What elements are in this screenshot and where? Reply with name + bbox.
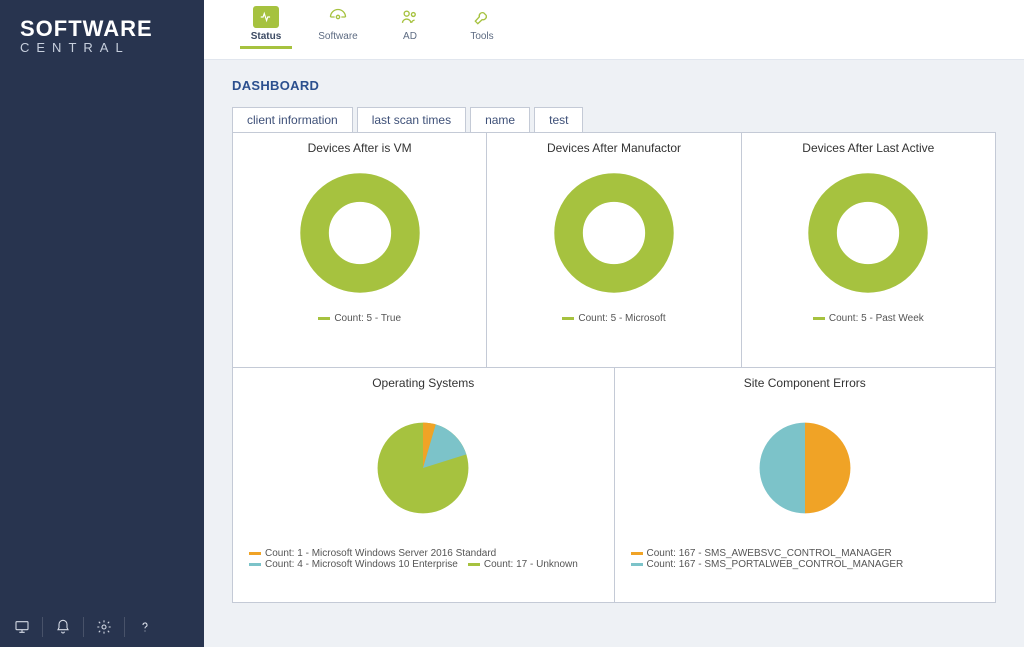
- card-site-component-errors: Site Component Errors Count: 167 - SMS_A…: [615, 367, 997, 603]
- nav-tools[interactable]: Tools: [456, 6, 508, 46]
- legend-swatch: [631, 552, 643, 555]
- activity-icon: [253, 6, 279, 28]
- chart-legend: Count: 167 - SMS_AWEBSVC_CONTROL_MANAGER…: [615, 542, 996, 578]
- card-devices-is-vm: Devices After is VM Count: 5 - True: [232, 132, 487, 368]
- nav-label: Status: [251, 31, 282, 42]
- nav-software[interactable]: Software: [312, 6, 364, 46]
- legend-swatch: [468, 563, 480, 566]
- nav-label: Tools: [470, 31, 493, 42]
- dashboard-tabs: client information last scan times name …: [232, 107, 996, 132]
- legend-text: Count: 167 - SMS_AWEBSVC_CONTROL_MANAGER: [647, 548, 892, 559]
- nav-ad[interactable]: AD: [384, 6, 436, 46]
- tab-client-information[interactable]: client information: [232, 107, 353, 132]
- legend-swatch: [631, 563, 643, 566]
- sidebar-bottom-bar: [0, 607, 204, 647]
- donut-chart: [742, 159, 995, 307]
- legend-text: Count: 5 - Past Week: [829, 313, 924, 324]
- content: DASHBOARD client information last scan t…: [204, 60, 1024, 647]
- legend-item: Count: 167 - SMS_PORTALWEB_CONTROL_MANAG…: [631, 559, 904, 570]
- chart-legend: Count: 5 - Microsoft: [487, 307, 740, 332]
- chart-legend: Count: 5 - Past Week: [742, 307, 995, 332]
- legend-swatch: [318, 317, 330, 320]
- nav-label: AD: [403, 31, 417, 42]
- app-root: SOFTWARE CENTRAL: [0, 0, 1024, 647]
- legend-item: Count: 5 - Past Week: [813, 313, 924, 324]
- help-icon[interactable]: [133, 615, 157, 639]
- pie-chart: [233, 394, 614, 542]
- card-title: Site Component Errors: [615, 368, 996, 394]
- sidebar-spacer: [0, 55, 204, 607]
- divider: [83, 617, 84, 637]
- card-devices-manufactor: Devices After Manufactor Count: 5 - Micr…: [487, 132, 741, 368]
- nav-status[interactable]: Status: [240, 6, 292, 49]
- legend-item: Count: 17 - Unknown: [468, 559, 578, 570]
- card-title: Operating Systems: [233, 368, 614, 394]
- main-area: Status Software AD Tools: [204, 0, 1024, 647]
- card-row-2: Operating Systems Count: 1 - Mic: [232, 367, 996, 603]
- legend-item: Count: 5 - True: [318, 313, 401, 324]
- card-row-1: Devices After is VM Count: 5 - True Devi…: [232, 132, 996, 368]
- legend-swatch: [562, 317, 574, 320]
- brand-logo: SOFTWARE CENTRAL: [0, 0, 204, 55]
- card-title: Devices After Last Active: [742, 133, 995, 159]
- card-title: Devices After Manufactor: [487, 133, 740, 159]
- monitor-icon[interactable]: [10, 615, 34, 639]
- legend-item: Count: 167 - SMS_AWEBSVC_CONTROL_MANAGER: [631, 548, 892, 559]
- legend-item: Count: 4 - Microsoft Windows 10 Enterpri…: [249, 559, 458, 570]
- legend-item: Count: 5 - Microsoft: [562, 313, 665, 324]
- bell-icon[interactable]: [51, 615, 75, 639]
- users-icon: [397, 6, 423, 28]
- legend-text: Count: 4 - Microsoft Windows 10 Enterpri…: [265, 559, 458, 570]
- dashboard-cards: Devices After is VM Count: 5 - True Devi…: [232, 132, 996, 603]
- page-title: DASHBOARD: [232, 78, 996, 93]
- card-title: Devices After is VM: [233, 133, 486, 159]
- legend-swatch: [813, 317, 825, 320]
- sidebar: SOFTWARE CENTRAL: [0, 0, 204, 647]
- legend-text: Count: 1 - Microsoft Windows Server 2016…: [265, 548, 496, 559]
- legend-text: Count: 5 - True: [334, 313, 401, 324]
- legend-item: Count: 1 - Microsoft Windows Server 2016…: [249, 548, 496, 559]
- card-devices-last-active: Devices After Last Active Count: 5 - Pas…: [742, 132, 996, 368]
- legend-text: Count: 5 - Microsoft: [578, 313, 665, 324]
- brand-bottom: CENTRAL: [20, 40, 184, 55]
- donut-chart: [233, 159, 486, 307]
- top-nav: Status Software AD Tools: [204, 0, 1024, 60]
- legend-swatch: [249, 552, 261, 555]
- tab-name[interactable]: name: [470, 107, 530, 132]
- brand-top: SOFTWARE: [20, 16, 184, 42]
- tab-test[interactable]: test: [534, 107, 583, 132]
- disc-icon: [325, 6, 351, 28]
- pie-chart: [615, 394, 996, 542]
- gear-icon[interactable]: [92, 615, 116, 639]
- chart-legend: Count: 5 - True: [233, 307, 486, 332]
- wrench-icon: [469, 6, 495, 28]
- chart-legend: Count: 1 - Microsoft Windows Server 2016…: [233, 542, 614, 578]
- divider: [42, 617, 43, 637]
- donut-chart: [487, 159, 740, 307]
- legend-text: Count: 17 - Unknown: [484, 559, 578, 570]
- card-operating-systems: Operating Systems Count: 1 - Mic: [232, 367, 615, 603]
- divider: [124, 617, 125, 637]
- legend-text: Count: 167 - SMS_PORTALWEB_CONTROL_MANAG…: [647, 559, 904, 570]
- tab-last-scan-times[interactable]: last scan times: [357, 107, 466, 132]
- nav-label: Software: [318, 31, 357, 42]
- legend-swatch: [249, 563, 261, 566]
